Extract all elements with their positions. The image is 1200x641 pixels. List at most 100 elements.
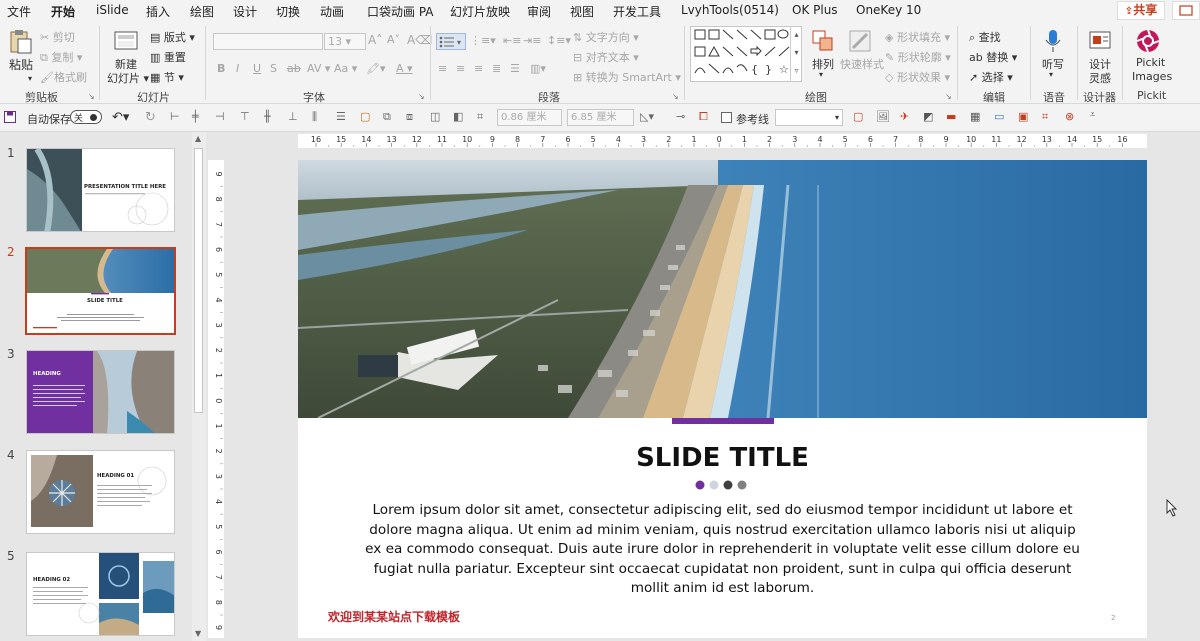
picture-qat-icon[interactable]: 🖼 bbox=[876, 110, 890, 123]
tab-insert[interactable]: 插入 bbox=[146, 3, 170, 20]
slide-thumbnail-1[interactable]: PRESENTATION TITLE HERE bbox=[26, 148, 175, 232]
shrink-font-icon[interactable]: A˅ bbox=[387, 33, 400, 46]
tab-pocket-animation[interactable]: 口袋动画 PA bbox=[367, 3, 434, 20]
tab-animations[interactable]: 动画 bbox=[320, 3, 344, 20]
tab-onekey[interactable]: OneKey 10 bbox=[856, 3, 921, 17]
shape-height-input[interactable]: 0.86 厘米 bbox=[497, 109, 562, 126]
tab-view[interactable]: 视图 bbox=[570, 3, 594, 20]
shape-outline-qat-icon[interactable]: ▢ bbox=[360, 110, 370, 123]
rotate-icon[interactable]: ◺▾ bbox=[640, 110, 654, 123]
align-left-icon[interactable]: ≡ bbox=[438, 62, 447, 75]
crop-qat-icon[interactable]: ⌗ bbox=[1042, 110, 1048, 124]
char-spacing-button[interactable]: AV ▾ bbox=[307, 62, 330, 75]
autosave-toggle[interactable]: 关 bbox=[70, 110, 102, 124]
format-painter-button[interactable]: 🖌格式刷 bbox=[40, 69, 87, 85]
slide-thumbnail-5[interactable]: HEADING 02 bbox=[26, 552, 175, 636]
arrange-icon[interactable] bbox=[810, 28, 836, 54]
undo-icon[interactable]: ↶▾ bbox=[112, 110, 129, 125]
ungroup-icon[interactable]: ⧈ bbox=[406, 110, 413, 124]
new-slide-icon[interactable] bbox=[113, 28, 139, 54]
increase-indent-icon[interactable]: ⇥≡ bbox=[523, 34, 541, 47]
tab-home[interactable]: 开始 bbox=[51, 3, 76, 24]
quick-styles-icon[interactable] bbox=[847, 28, 873, 54]
shapes-qat-icon[interactable]: ◩ bbox=[923, 110, 933, 123]
dialog-launcher-icon[interactable]: ↘ bbox=[88, 92, 95, 101]
chevron-down-icon[interactable]: ▾ bbox=[28, 74, 32, 83]
tab-lvyhtools[interactable]: LvyhTools(0514) bbox=[681, 3, 779, 17]
rectangle-qat-icon[interactable]: ▢ bbox=[853, 110, 863, 123]
slide-body-text[interactable]: Lorem ipsum dolor sit amet, consectetur … bbox=[360, 501, 1085, 599]
smartart-button[interactable]: ⊞ 转换为 SmartArt ▾ bbox=[573, 69, 681, 85]
tab-transitions[interactable]: 切换 bbox=[276, 3, 300, 20]
align-right-objects-icon[interactable]: ⊣ bbox=[215, 110, 225, 123]
zoom-select[interactable]: ▾ bbox=[775, 109, 843, 126]
font-color-button[interactable]: A ▾ bbox=[396, 62, 413, 75]
justify-icon[interactable]: ≣ bbox=[492, 62, 501, 75]
dialog-launcher-icon[interactable]: ↘ bbox=[945, 92, 952, 101]
pickit-icon[interactable] bbox=[1135, 28, 1161, 54]
pickit-button[interactable]: Pickit bbox=[1136, 56, 1165, 69]
scroll-down-icon[interactable]: ▼ bbox=[195, 629, 201, 638]
decrease-indent-icon[interactable]: ⇤≡ bbox=[503, 34, 521, 47]
slide-photo[interactable] bbox=[298, 160, 1147, 418]
shadow-button[interactable]: S bbox=[270, 62, 277, 75]
shape-outline-button[interactable]: ✎ 形状轮廓 ▾ bbox=[885, 49, 951, 65]
guides-checkbox[interactable] bbox=[721, 112, 732, 123]
tab-islide[interactable]: iSlide bbox=[96, 3, 129, 17]
chevron-down-icon[interactable]: ▾ bbox=[819, 70, 823, 79]
align-top-objects-icon[interactable]: ⊤ bbox=[240, 110, 250, 123]
shape-effects-button[interactable]: ◇ 形状效果 ▾ bbox=[885, 69, 950, 85]
new-slide-label-2[interactable]: 幻灯片 ▾ bbox=[107, 70, 149, 86]
fill-qat-icon[interactable]: ▬ bbox=[946, 110, 956, 123]
replace-button[interactable]: ab 替换 ▾ bbox=[969, 49, 1017, 65]
frame-qat-icon[interactable]: ▣ bbox=[1018, 110, 1028, 123]
distribute-v-icon[interactable]: ☰ bbox=[336, 110, 346, 123]
tab-slideshow[interactable]: 幻灯片放映 bbox=[450, 3, 510, 20]
shape-width-input[interactable]: 6.85 厘米 bbox=[567, 109, 634, 126]
align-center-icon[interactable]: ≡ bbox=[456, 62, 465, 75]
grow-font-icon[interactable]: A˄ bbox=[368, 33, 382, 47]
selection-pane-icon[interactable]: ⧠ bbox=[699, 110, 708, 124]
bold-button[interactable]: B bbox=[217, 62, 225, 75]
columns-icon[interactable]: ▥▾ bbox=[530, 62, 546, 75]
italic-button[interactable]: I bbox=[236, 62, 239, 75]
cut-button[interactable]: ✂ 剪切 bbox=[40, 29, 75, 45]
redo-icon[interactable]: ↻ bbox=[145, 110, 156, 125]
group-icon[interactable]: ⧉ bbox=[383, 110, 391, 124]
highlight-icon[interactable]: 🖍▾ bbox=[366, 62, 386, 75]
microphone-icon[interactable] bbox=[1040, 28, 1066, 54]
scroll-up-icon[interactable]: ▲ bbox=[195, 134, 201, 143]
font-name-combo[interactable] bbox=[213, 33, 323, 50]
chevron-down-icon[interactable]: ▾ bbox=[1049, 70, 1053, 79]
save-icon[interactable] bbox=[4, 111, 16, 123]
distribute-h-icon[interactable]: ⫼ bbox=[312, 110, 317, 124]
select-button[interactable]: ➚ 选择 ▾ bbox=[969, 69, 1013, 85]
send-backward-icon[interactable]: ◧ bbox=[453, 110, 463, 123]
customize-qat-icon[interactable]: ⩡ bbox=[1090, 110, 1095, 120]
quick-styles-button[interactable]: 快速样式 bbox=[840, 56, 884, 72]
line-spacing-icon[interactable]: ↕≡▾ bbox=[547, 34, 571, 47]
dialog-launcher-icon[interactable]: ↘ bbox=[672, 92, 679, 101]
design-ideas-label-2[interactable]: 灵感 bbox=[1089, 70, 1111, 86]
bring-forward-icon[interactable]: ◫ bbox=[430, 110, 440, 123]
align-center-objects-icon[interactable]: ╪ bbox=[192, 110, 199, 123]
slide-thumbnail-3[interactable]: HEADING bbox=[26, 350, 175, 434]
align-text-button[interactable]: ⊟ 对齐文本 ▾ bbox=[573, 49, 639, 65]
text-direction-button[interactable]: ⇅ 文字方向 ▾ bbox=[573, 29, 639, 45]
share-button[interactable]: ⇪共享 bbox=[1117, 1, 1165, 20]
thumbnail-scrollbar[interactable]: ▲ ▼ bbox=[192, 132, 206, 641]
layout-button[interactable]: ▤ 版式 ▾ bbox=[150, 29, 195, 45]
stop-qat-icon[interactable]: ⊗ bbox=[1065, 110, 1074, 123]
font-size-combo[interactable]: 13 ▾ bbox=[324, 33, 366, 50]
align-left-objects-icon[interactable]: ⊢ bbox=[170, 110, 180, 123]
shape-fill-button[interactable]: ◈ 形状填充 ▾ bbox=[885, 29, 950, 45]
scrollbar-thumb[interactable] bbox=[194, 148, 203, 413]
design-ideas-icon[interactable] bbox=[1087, 28, 1113, 54]
section-button[interactable]: ▦ 节 ▾ bbox=[150, 69, 184, 85]
tab-review[interactable]: 审阅 bbox=[527, 3, 551, 20]
numbering-icon[interactable]: ⋮≡▾ bbox=[470, 34, 496, 47]
shapes-gallery[interactable]: { } ☆ bbox=[690, 26, 802, 82]
strikethrough-button[interactable]: ab bbox=[287, 62, 301, 75]
shapes-scroll[interactable]: ▴ ▾ ▿ bbox=[790, 26, 802, 82]
distributed-icon[interactable]: ☰ bbox=[510, 62, 520, 75]
